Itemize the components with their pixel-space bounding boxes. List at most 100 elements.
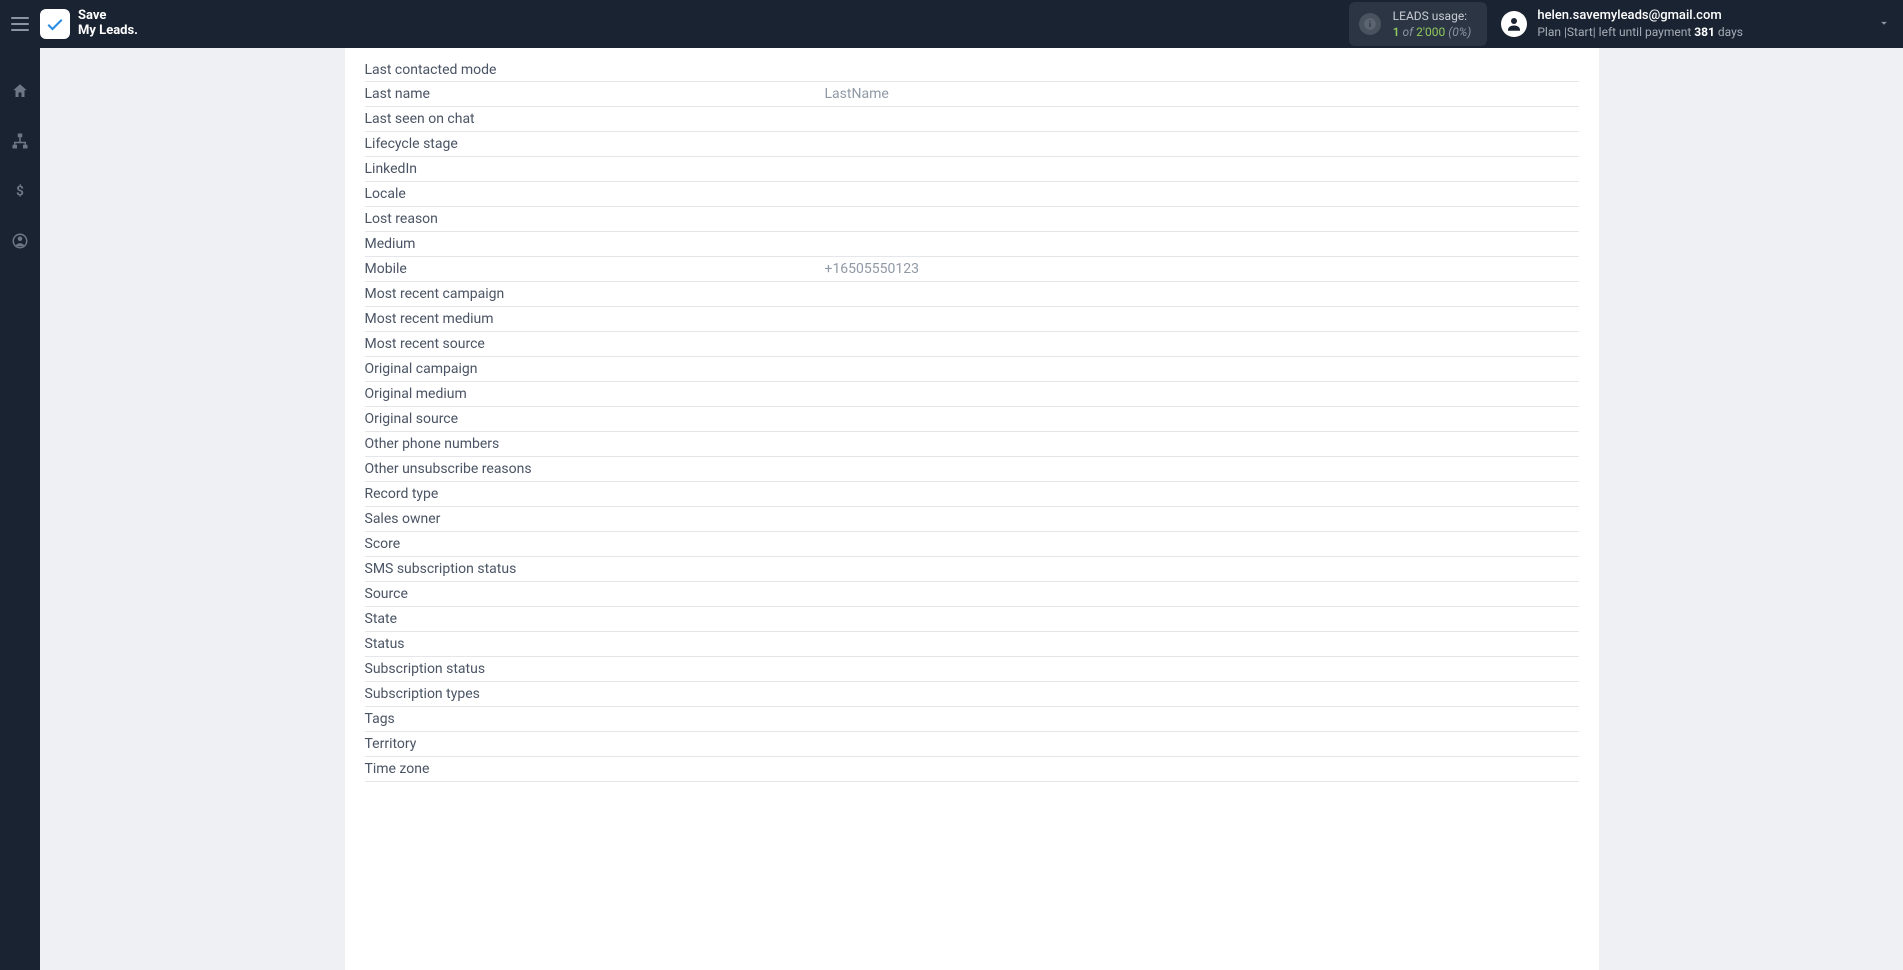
sitemap-icon <box>11 132 29 150</box>
field-row[interactable]: Source <box>365 582 1579 607</box>
field-row[interactable]: Subscription status <box>365 657 1579 682</box>
field-value: LastName <box>825 86 1579 102</box>
field-label: Lost reason <box>365 211 825 227</box>
field-label: Subscription types <box>365 686 825 702</box>
field-row[interactable]: SMS subscription status <box>365 557 1579 582</box>
sidebar-item-billing[interactable]: $ <box>0 178 40 204</box>
field-row[interactable]: Original medium <box>365 382 1579 407</box>
hamburger-icon <box>11 17 29 31</box>
field-label: Other phone numbers <box>365 436 825 452</box>
field-row[interactable]: Other phone numbers <box>365 432 1579 457</box>
field-label: Last seen on chat <box>365 111 825 127</box>
field-label: State <box>365 611 825 627</box>
field-row[interactable]: Record type <box>365 482 1579 507</box>
user-icon <box>11 232 29 250</box>
account-area[interactable]: helen.savemyleads@gmail.com Plan |Start|… <box>1501 8 1743 39</box>
plan-days: 381 <box>1694 25 1715 39</box>
field-row[interactable]: Most recent campaign <box>365 282 1579 307</box>
usage-pct: (0%) <box>1448 25 1471 39</box>
info-icon <box>1359 13 1381 35</box>
field-row[interactable]: Original campaign <box>365 357 1579 382</box>
app-header: Save My Leads. LEADS usage: 1 of 2'000 (… <box>0 0 1903 48</box>
field-row[interactable]: State <box>365 607 1579 632</box>
field-row[interactable]: Most recent medium <box>365 307 1579 332</box>
sidebar-item-account[interactable] <box>0 228 40 254</box>
sidebar: $ <box>0 48 40 970</box>
field-label: Record type <box>365 486 825 502</box>
field-label: Mobile <box>365 261 825 277</box>
field-label: Sales owner <box>365 511 825 527</box>
usage-line: 1 of 2'000 (0%) <box>1393 24 1472 40</box>
field-label: Lifecycle stage <box>365 136 825 152</box>
field-row[interactable]: Time zone <box>365 757 1579 782</box>
field-label: Most recent source <box>365 336 825 352</box>
field-label: Original campaign <box>365 361 825 377</box>
field-row[interactable]: Status <box>365 632 1579 657</box>
dollar-icon: $ <box>11 182 29 200</box>
chevron-down-icon <box>1877 16 1891 30</box>
field-label: LinkedIn <box>365 161 825 177</box>
field-row[interactable]: Lost reason <box>365 207 1579 232</box>
field-row[interactable]: Other unsubscribe reasons <box>365 457 1579 482</box>
field-label: Last name <box>365 86 825 102</box>
account-email: helen.savemyleads@gmail.com <box>1537 8 1743 24</box>
usage-box[interactable]: LEADS usage: 1 of 2'000 (0%) <box>1349 2 1488 46</box>
field-label: Last contacted mode <box>365 62 825 78</box>
field-row[interactable]: Last nameLastName <box>365 82 1579 107</box>
field-row[interactable]: Original source <box>365 407 1579 432</box>
sidebar-item-home[interactable] <box>0 78 40 104</box>
field-value: +16505550123 <box>825 261 1579 277</box>
home-icon <box>11 82 29 100</box>
field-label: Other unsubscribe reasons <box>365 461 825 477</box>
field-table: Last contacted modeLast nameLastNameLast… <box>365 48 1579 782</box>
field-label: Territory <box>365 736 825 752</box>
field-label: SMS subscription status <box>365 561 825 577</box>
field-label: Subscription status <box>365 661 825 677</box>
field-label: Locale <box>365 186 825 202</box>
field-label: Most recent campaign <box>365 286 825 302</box>
field-row[interactable]: LinkedIn <box>365 157 1579 182</box>
account-text: helen.savemyleads@gmail.com Plan |Start|… <box>1537 8 1743 39</box>
plan-prefix: Plan |Start| left until payment <box>1537 25 1694 39</box>
field-label: Score <box>365 536 825 552</box>
field-label: Tags <box>365 711 825 727</box>
field-row[interactable]: Territory <box>365 732 1579 757</box>
field-row[interactable]: Lifecycle stage <box>365 132 1579 157</box>
plan-suffix: days <box>1715 25 1743 39</box>
field-label: Original medium <box>365 386 825 402</box>
field-label: Original source <box>365 411 825 427</box>
field-row[interactable]: Mobile+16505550123 <box>365 257 1579 282</box>
field-row[interactable]: Tags <box>365 707 1579 732</box>
field-row[interactable]: Locale <box>365 182 1579 207</box>
content-panel: Last contacted modeLast nameLastNameLast… <box>345 48 1599 970</box>
field-row[interactable]: Last seen on chat <box>365 107 1579 132</box>
field-label: Source <box>365 586 825 602</box>
field-label: Most recent medium <box>365 311 825 327</box>
avatar-icon <box>1501 11 1527 37</box>
menu-toggle[interactable] <box>0 0 40 48</box>
usage-text: LEADS usage: 1 of 2'000 (0%) <box>1393 8 1472 40</box>
logo-area[interactable]: Save My Leads. <box>40 9 138 39</box>
field-row[interactable]: Last contacted mode <box>365 48 1579 82</box>
brand-line-1: Save <box>78 9 138 24</box>
sidebar-item-connections[interactable] <box>0 128 40 154</box>
account-plan: Plan |Start| left until payment 381 days <box>1537 25 1743 40</box>
field-label: Medium <box>365 236 825 252</box>
field-row[interactable]: Sales owner <box>365 507 1579 532</box>
field-row[interactable]: Score <box>365 532 1579 557</box>
field-row[interactable]: Most recent source <box>365 332 1579 357</box>
usage-of: of <box>1403 25 1414 39</box>
field-label: Time zone <box>365 761 825 777</box>
account-chevron[interactable] <box>1877 15 1891 34</box>
main-area: Last contacted modeLast nameLastNameLast… <box>40 48 1903 970</box>
logo-icon <box>40 9 70 39</box>
usage-label: LEADS usage: <box>1393 8 1472 24</box>
header-right: LEADS usage: 1 of 2'000 (0%) helen.savem… <box>1349 2 1891 46</box>
brand-text: Save My Leads. <box>78 9 138 39</box>
brand-line-2: My Leads. <box>78 24 138 39</box>
field-row[interactable]: Medium <box>365 232 1579 257</box>
layout: $ Last contacted modeLast nameLastNameLa… <box>0 48 1903 970</box>
field-label: Status <box>365 636 825 652</box>
svg-text:$: $ <box>16 184 24 200</box>
field-row[interactable]: Subscription types <box>365 682 1579 707</box>
